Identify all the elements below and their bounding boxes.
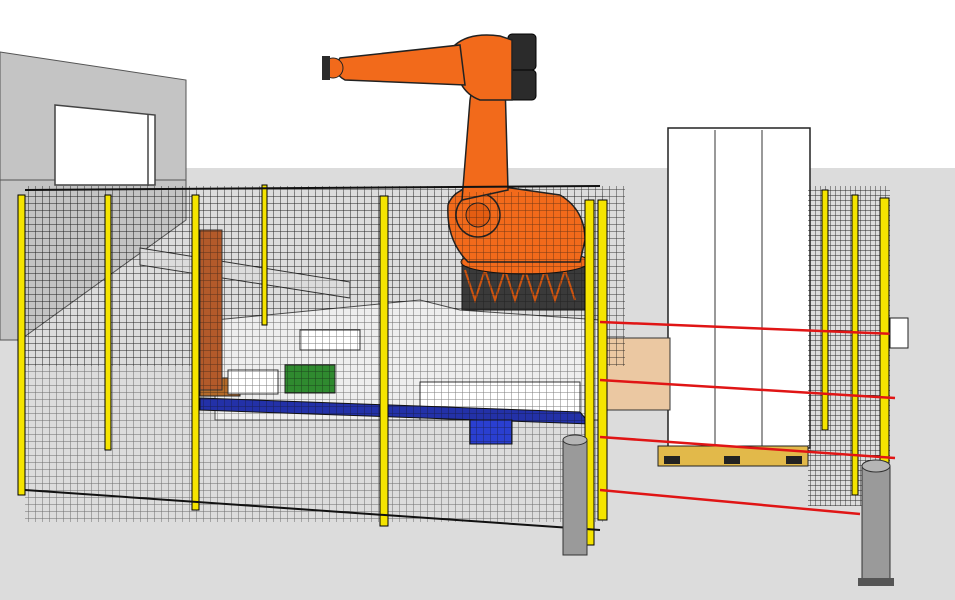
- pallet-stack: [657, 127, 811, 467]
- fence-post: [261, 184, 268, 326]
- fence-post: [104, 194, 112, 451]
- front-fence-mesh: [25, 192, 605, 522]
- robot-palletizing-cell-scene: [0, 0, 955, 600]
- fence-post: [379, 195, 389, 527]
- bollard: [562, 439, 588, 556]
- fence-post: [191, 194, 200, 511]
- light-curtain-receiver: [889, 317, 909, 349]
- doorway: [54, 104, 156, 186]
- fence-post: [17, 194, 26, 496]
- fence-post: [597, 199, 608, 521]
- fence-post: [851, 194, 859, 496]
- bollard: [861, 465, 891, 585]
